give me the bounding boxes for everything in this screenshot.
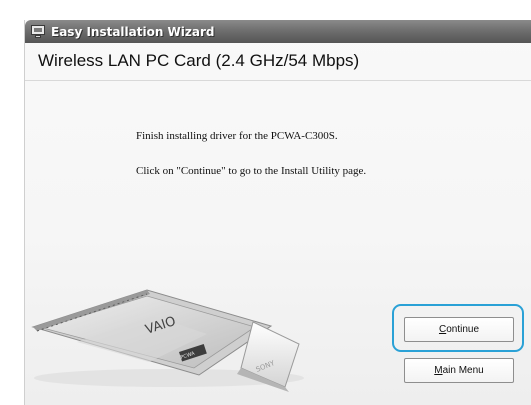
pc-card-image: VAIO PCWA SONY <box>29 282 319 396</box>
installer-window: Easy Installation Wizard Wireless LAN PC… <box>24 20 531 405</box>
main-menu-mnemonic: M <box>434 365 443 376</box>
title-bar[interactable]: Easy Installation Wizard <box>25 20 531 43</box>
main-menu-label: ain Menu <box>442 365 484 376</box>
computer-icon <box>31 25 45 38</box>
product-title: Wireless LAN PC Card (2.4 GHz/54 Mbps) <box>38 51 360 70</box>
continue-mnemonic: C <box>438 324 447 335</box>
continue-label: ontinue <box>446 324 480 335</box>
install-finished-message: Finish installing driver for the PCWA-C3… <box>136 130 338 142</box>
continue-instruction-message: Click on "Continue" to go to the Install… <box>136 165 367 177</box>
main-menu-button[interactable]: Main Menu <box>404 358 514 383</box>
continue-button[interactable]: Continue <box>404 317 514 342</box>
window-title: Easy Installation Wizard <box>51 24 215 39</box>
header-divider <box>25 80 531 81</box>
